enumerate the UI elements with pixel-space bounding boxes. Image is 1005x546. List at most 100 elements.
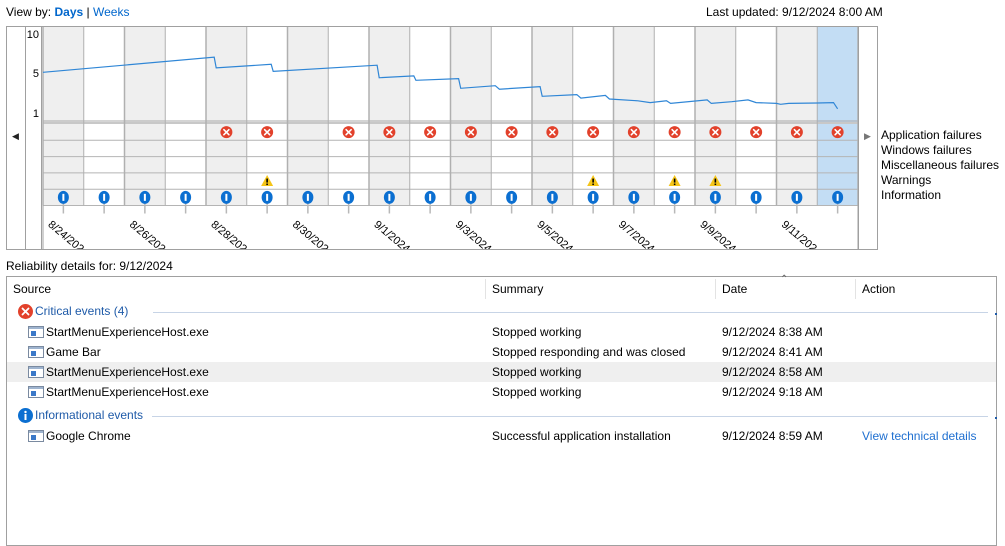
sort-ascending-icon: ⌃	[780, 274, 789, 285]
day-column[interactable]	[491, 27, 532, 206]
event-legend: Application failures Windows failures Mi…	[881, 128, 999, 203]
table-row[interactable]: StartMenuExperienceHost.exe Stopped work…	[7, 382, 996, 402]
application-icon	[28, 366, 44, 378]
row-source: Game Bar	[46, 345, 101, 359]
day-column[interactable]	[532, 27, 573, 206]
details-heading: Reliability details for: 9/12/2024	[6, 259, 173, 273]
x-tick-label: 8/26/2024	[127, 219, 172, 249]
info-glyph	[306, 193, 309, 201]
row-source: Google Chrome	[46, 429, 131, 443]
info-glyph	[266, 193, 269, 201]
day-column[interactable]	[206, 27, 247, 206]
view-weeks-link[interactable]: Weeks	[93, 5, 129, 19]
row-date: 9/12/2024 8:38 AM	[722, 325, 823, 339]
row-date: 9/12/2024 8:58 AM	[722, 365, 823, 379]
row-summary: Stopped working	[492, 365, 582, 379]
row-date: 9/12/2024 8:59 AM	[722, 429, 823, 443]
day-column[interactable]	[287, 27, 329, 206]
info-glyph	[795, 193, 798, 201]
x-tick-label: 8/30/2024	[290, 219, 335, 249]
info-glyph	[469, 193, 472, 201]
critical-error-icon	[18, 304, 33, 319]
day-column[interactable]	[409, 27, 451, 206]
info-glyph	[632, 193, 635, 201]
legend-item: Miscellaneous failures	[881, 158, 1000, 172]
day-column[interactable]	[817, 27, 858, 206]
info-glyph	[551, 193, 554, 201]
warning-glyph	[266, 183, 268, 186]
application-icon	[28, 430, 44, 442]
group-divider	[153, 312, 988, 313]
table-row[interactable]: Google Chrome Successful application ins…	[7, 426, 996, 446]
reliability-chart: ◀ 10 5 1 8/24/2024 8/26/2024 8/28/2024 8/30…	[6, 26, 878, 250]
row-date: 9/12/2024 8:41 AM	[722, 345, 823, 359]
application-icon	[28, 346, 44, 358]
warning-glyph	[592, 183, 594, 186]
info-glyph	[673, 193, 676, 201]
row-source: StartMenuExperienceHost.exe	[46, 365, 209, 379]
column-header-summary[interactable]: Summary	[486, 277, 715, 301]
x-tick-label: 8/28/2024	[208, 219, 253, 249]
row-summary: Stopped working	[492, 325, 582, 339]
table-row[interactable]: StartMenuExperienceHost.exe Stopped work…	[7, 322, 996, 342]
view-by-label: View by:	[6, 5, 52, 19]
day-column[interactable]	[613, 27, 655, 206]
group-label: Critical events (4)	[35, 304, 129, 318]
warning-glyph	[673, 178, 676, 183]
x-tick-label: 9/1/2024	[371, 219, 412, 249]
day-column[interactable]	[165, 27, 206, 206]
view-technical-details-link[interactable]: View technical details	[862, 429, 977, 443]
info-glyph	[143, 193, 146, 201]
scroll-right-column[interactable]: ▶	[858, 27, 877, 249]
info-glyph	[836, 193, 839, 201]
group-label: Informational events	[35, 408, 144, 422]
row-source: StartMenuExperienceHost.exe	[46, 385, 209, 399]
info-glyph	[510, 193, 513, 201]
view-days-link[interactable]: Days	[54, 5, 83, 19]
warning-glyph	[714, 183, 717, 186]
row-source: StartMenuExperienceHost.exe	[46, 325, 209, 339]
view-separator: |	[86, 5, 90, 19]
details-list: Source Summary Date ⌃ Action Critical ev…	[6, 274, 998, 546]
x-tick-label: 9/5/2024	[534, 219, 575, 249]
day-column[interactable]	[328, 27, 369, 206]
group-informational-events[interactable]: Informational events	[7, 406, 998, 426]
x-tick-label: 9/7/2024	[616, 219, 657, 249]
last-updated: Last updated: 9/12/2024 8:00 AM	[706, 5, 883, 19]
warning-glyph	[592, 178, 594, 183]
table-row[interactable]: Game Bar Stopped responding and was clos…	[7, 342, 996, 362]
day-column[interactable]	[43, 27, 84, 206]
legend-item: Information	[881, 188, 942, 202]
info-glyph	[103, 193, 106, 201]
day-column[interactable]	[369, 27, 410, 206]
day-column[interactable]	[735, 27, 777, 206]
x-tick-label: 8/24/2024	[45, 219, 90, 249]
chart-canvas: 8/24/2024 8/26/2024 8/28/2024 8/30/2024 9/1/…	[42, 27, 859, 249]
info-glyph	[225, 193, 228, 201]
x-tick-label: 9/11/2024	[779, 219, 824, 249]
row-summary: Stopped responding and was closed	[492, 345, 686, 359]
legend-item: Application failures	[881, 128, 982, 142]
day-column[interactable]	[124, 27, 166, 206]
view-by: View by: Days | Weeks	[6, 5, 129, 19]
info-glyph	[184, 193, 187, 201]
info-glyph	[429, 193, 432, 201]
info-glyph	[714, 193, 717, 201]
info-glyph	[755, 193, 758, 201]
day-column[interactable]	[83, 27, 125, 206]
table-row[interactable]: StartMenuExperienceHost.exe Stopped work…	[7, 362, 996, 382]
info-glyph	[388, 193, 391, 201]
x-tick-label: 9/3/2024	[453, 219, 494, 249]
group-divider	[152, 416, 988, 417]
column-header-source[interactable]: Source	[7, 277, 485, 301]
day-column[interactable]	[450, 27, 492, 206]
scroll-right-icon[interactable]: ▶	[864, 131, 871, 142]
group-critical-events[interactable]: Critical events (4)	[7, 302, 998, 322]
legend-item: Windows failures	[881, 143, 972, 157]
application-icon	[28, 386, 44, 398]
day-column[interactable]	[776, 27, 818, 206]
info-glyph	[347, 193, 350, 201]
column-header-action[interactable]: Action	[856, 277, 996, 301]
row-summary: Stopped working	[492, 385, 582, 399]
application-icon	[28, 326, 44, 338]
